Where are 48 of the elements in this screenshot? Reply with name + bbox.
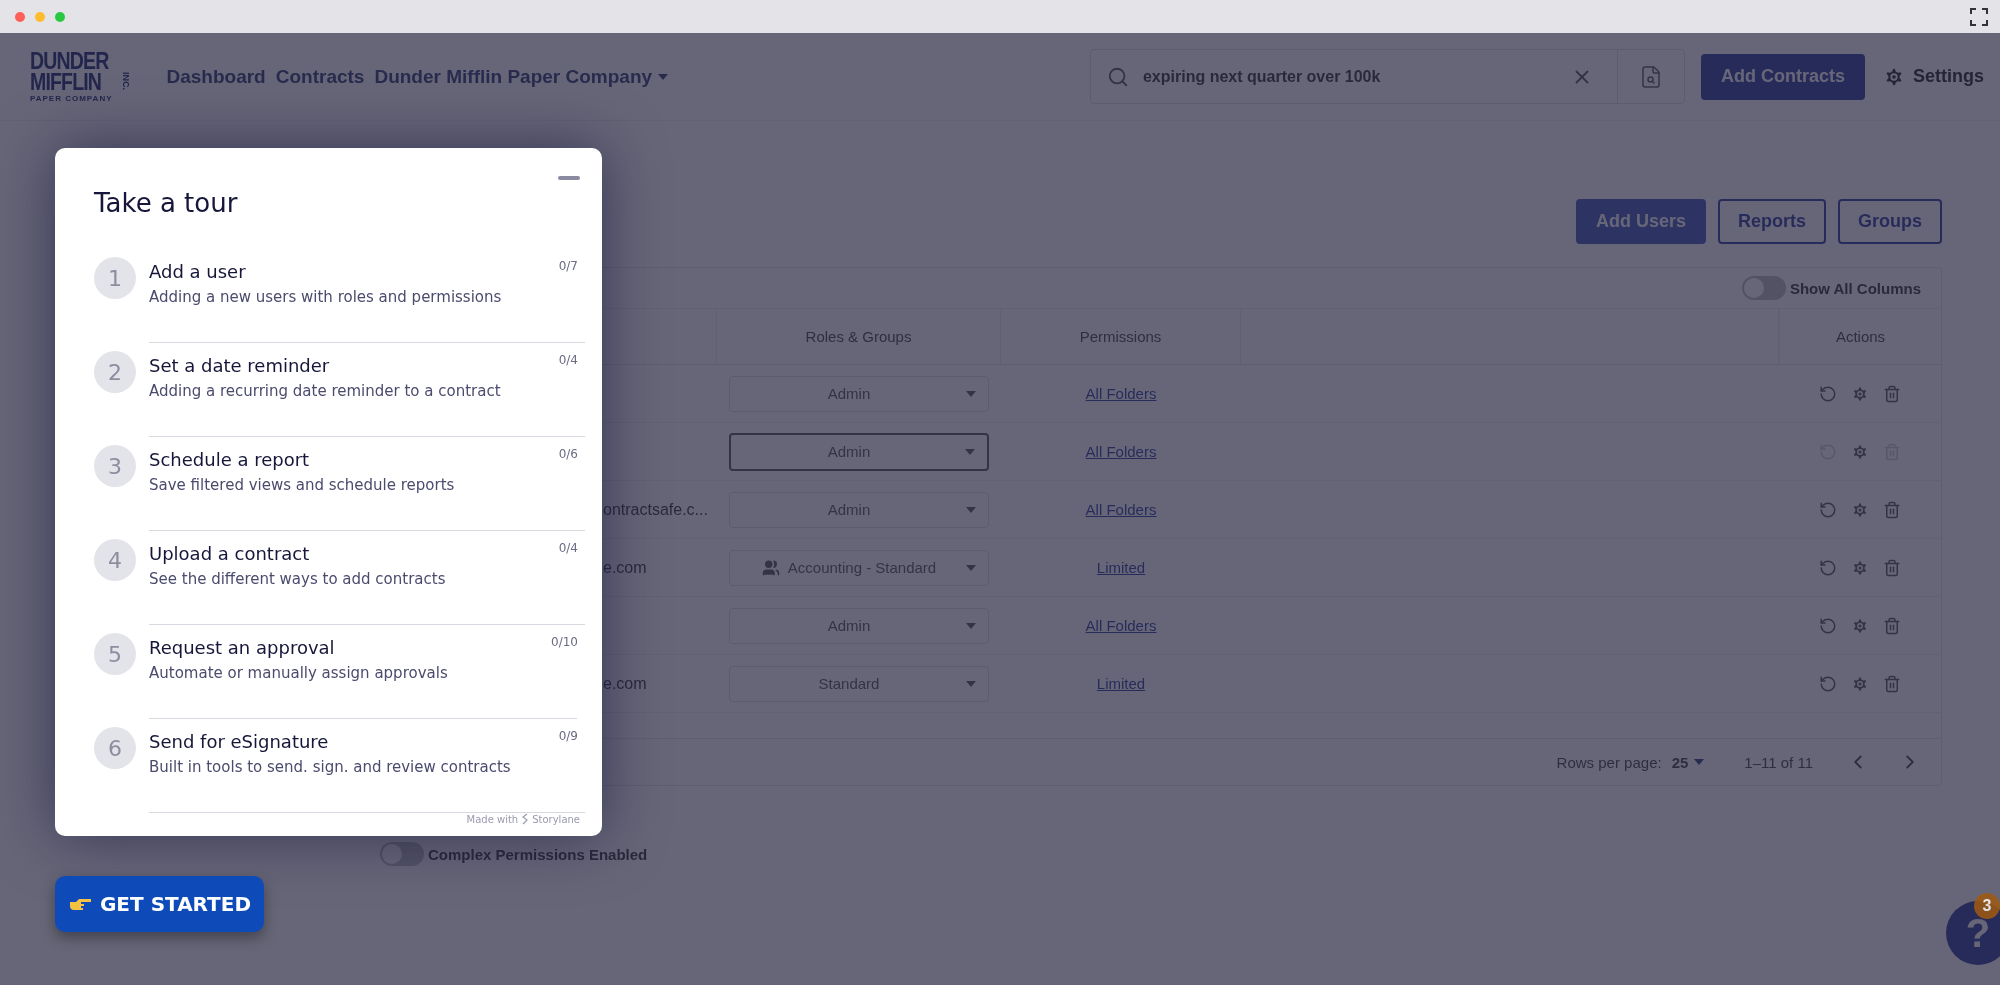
step-number: 3 xyxy=(94,445,136,487)
permissions-link[interactable]: All Folders xyxy=(1085,385,1157,402)
step-description: Automate or manually assign approvals xyxy=(149,664,448,682)
step-count: 0/10 xyxy=(551,634,578,649)
column-header: Roles & Groups xyxy=(805,328,912,345)
step-number: 1 xyxy=(94,257,136,299)
step-title[interactable]: Add a user xyxy=(149,261,246,282)
step-count: 0/7 xyxy=(558,258,578,273)
permissions-link[interactable]: All Folders xyxy=(1085,443,1157,460)
step-title[interactable]: Upload a contract xyxy=(149,543,310,564)
column-header: Permissions xyxy=(1079,328,1162,345)
step-number: 4 xyxy=(94,539,136,581)
permissions-link[interactable]: All Folders xyxy=(1085,501,1157,518)
storylane-logo-icon xyxy=(521,813,530,825)
step-count: 0/6 xyxy=(558,446,578,461)
column-header: Actions xyxy=(1835,328,1886,345)
traffic-lights-icon xyxy=(14,10,66,23)
minimize-button[interactable] xyxy=(558,176,580,180)
storylane-credit[interactable]: Made with Storylane xyxy=(466,813,580,825)
permissions-link[interactable]: Limited xyxy=(1096,559,1146,576)
step-description: Built in tools to send. sign. and review contracts xyxy=(149,758,511,776)
step-title[interactable]: Set a date reminder xyxy=(149,355,330,376)
step-number: 5 xyxy=(94,633,136,675)
permissions-link[interactable]: Limited xyxy=(1096,675,1146,692)
step-title[interactable]: Schedule a report xyxy=(149,449,310,470)
email-cell-text: ontractsafe.c... xyxy=(602,500,708,518)
step-description: See the different ways to add contracts xyxy=(149,570,446,588)
step-description: Adding a new users with roles and permissions xyxy=(149,288,502,306)
company-logo[interactable]: DUNDER MIFFLIN INC. PAPER COMPANY xyxy=(30,51,131,102)
email-cell-text: e.com xyxy=(602,558,647,576)
step-description: Save filtered views and schedule reports xyxy=(149,476,455,494)
email-cell-text: e.com xyxy=(602,674,647,692)
step-count: 0/4 xyxy=(558,540,578,555)
step-title[interactable]: Request an approval xyxy=(149,637,335,658)
tour-title: Take a tour xyxy=(94,188,239,218)
pointing-hand-icon xyxy=(67,897,92,911)
get-started-button[interactable]: GET STARTED xyxy=(55,876,264,932)
step-description: Adding a recurring date reminder to a contract xyxy=(149,382,501,400)
step-count: 0/9 xyxy=(558,728,578,743)
step-number: 2 xyxy=(94,351,136,393)
page-range: 1–11 of 11 xyxy=(1744,753,1813,771)
permissions-link[interactable]: All Folders xyxy=(1085,617,1157,634)
step-title[interactable]: Send for eSignature xyxy=(149,731,329,752)
fullscreen-icon[interactable] xyxy=(1970,7,1988,26)
step-number: 6 xyxy=(94,727,136,769)
toggle-label: Show All Columns xyxy=(1789,279,1921,297)
rows-per-page-label: Rows per page: xyxy=(1556,753,1662,771)
step-count: 0/4 xyxy=(558,352,578,367)
